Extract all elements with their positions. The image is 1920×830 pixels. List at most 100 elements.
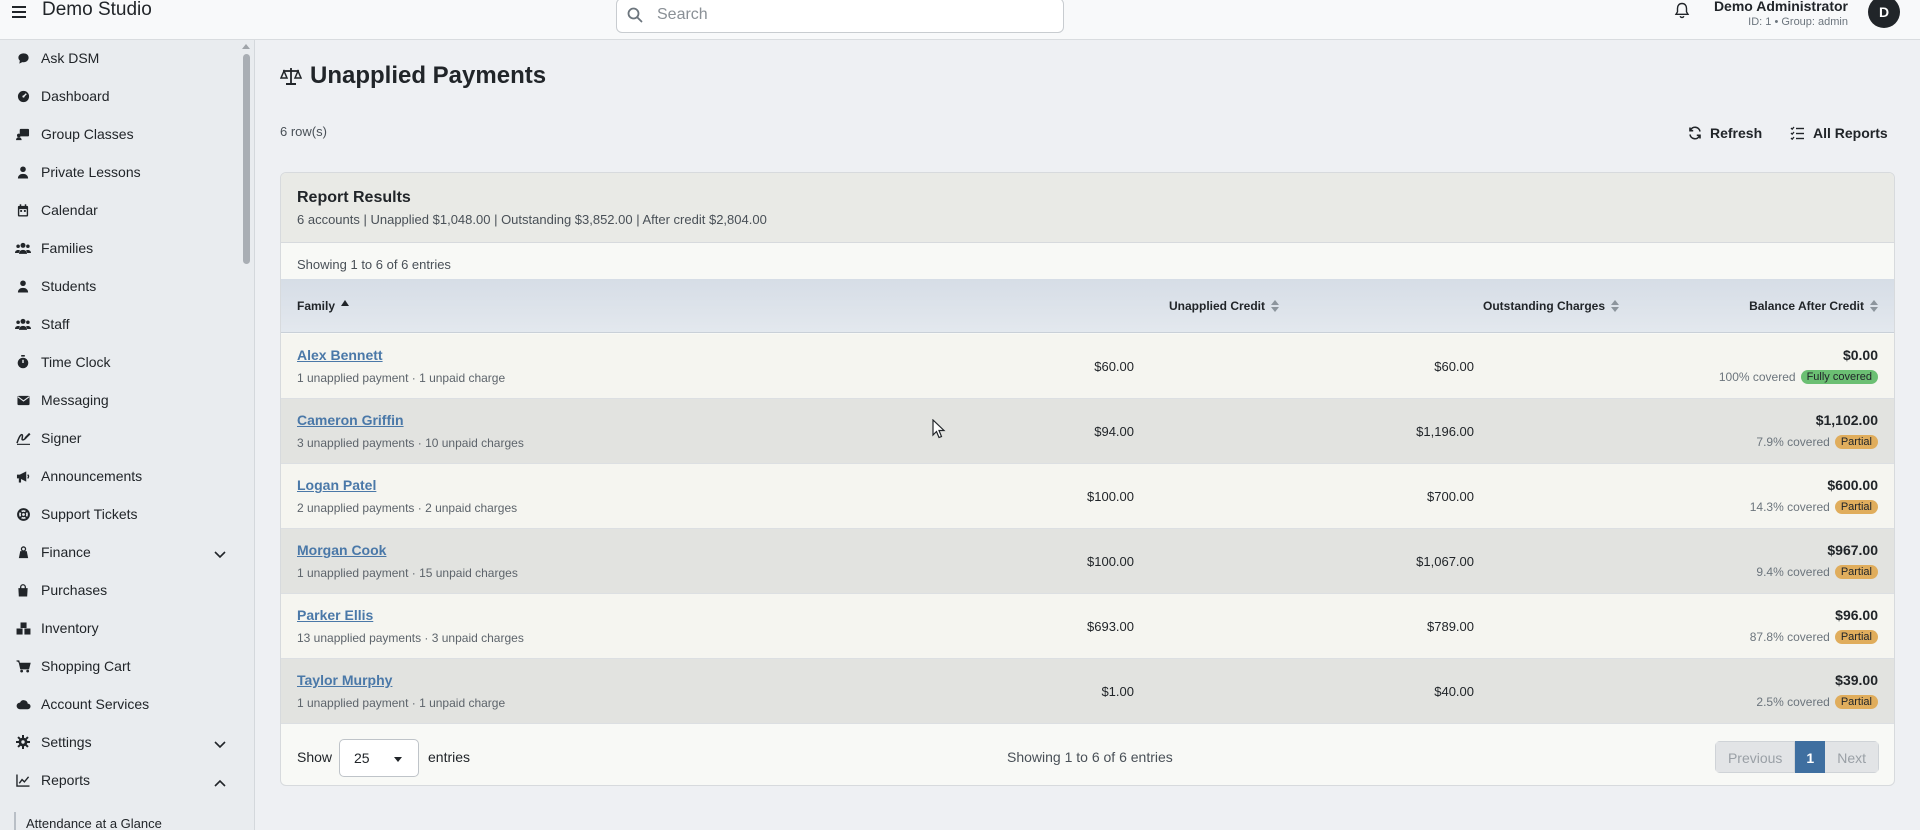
unapplied-credit-cell: $100.00 <box>1087 489 1134 504</box>
chevron-up-icon[interactable] <box>214 774 226 790</box>
sort-icon <box>1611 300 1619 312</box>
coverage-percent: 100% covered <box>1718 370 1796 384</box>
sidebar-scrollbar[interactable] <box>242 42 251 827</box>
column-header-outstanding-charges[interactable]: Outstanding Charges <box>1483 279 1619 333</box>
scrollbar-thumb[interactable] <box>243 54 250 264</box>
column-header-balance-after-credit[interactable]: Balance After Credit <box>1749 279 1878 333</box>
coverage-info: 7.9% covered Partial <box>1756 435 1878 449</box>
page-length-value: 25 <box>354 750 370 766</box>
family-link[interactable]: Taylor Murphy <box>297 672 392 688</box>
outstanding-charges-cell: $789.00 <box>1427 619 1474 634</box>
sidebar-item-support-tickets[interactable]: Support Tickets <box>0 498 240 530</box>
coverage-info: 87.8% covered Partial <box>1750 630 1878 644</box>
sidebar-item-private-lessons[interactable]: Private Lessons <box>0 156 240 188</box>
sidebar-item-label: Signer <box>41 430 82 446</box>
table-row: Morgan Cook 1 unapplied payment · 15 unpa… <box>281 529 1894 594</box>
user-name: Demo Administrator <box>1713 0 1848 14</box>
sidebar-item-finance[interactable]: Finance <box>0 536 240 568</box>
sidebar-item-messaging[interactable]: Messaging <box>0 384 240 416</box>
family-detail: 2 unapplied payments · 2 unpaid charges <box>297 501 518 515</box>
sort-ascending-icon <box>341 300 350 306</box>
app-title[interactable]: Demo Studio <box>42 0 152 21</box>
family-link[interactable]: Alex Bennett <box>297 347 383 363</box>
previous-page-button[interactable]: Previous <box>1714 741 1796 773</box>
sort-icon <box>1271 300 1279 312</box>
sidebar-item-staff[interactable]: Staff <box>0 308 240 340</box>
entries-label: entries <box>428 749 471 765</box>
showing-info-bottom: Showing 1 to 6 of 6 entries <box>1007 749 1173 765</box>
page-length-select[interactable]: 25 <box>339 739 419 777</box>
sidebar-item-label: Settings <box>41 734 92 750</box>
family-link[interactable]: Morgan Cook <box>297 542 386 558</box>
coverage-info: 100% covered Fully covered <box>1719 370 1878 384</box>
person-icon <box>15 164 31 180</box>
sidebar-item-calendar[interactable]: Calendar <box>0 194 240 226</box>
sidebar-item-announcements[interactable]: Announcements <box>0 460 240 492</box>
sidebar-item-time-clock[interactable]: Time Clock <box>0 346 240 378</box>
family-link[interactable]: Parker Ellis <box>297 607 373 623</box>
unapplied-credit-cell: $100.00 <box>1087 554 1134 569</box>
sidebar-item-purchases[interactable]: Purchases <box>0 574 240 606</box>
coverage-info: 2.5% covered Partial <box>1756 695 1878 709</box>
all-reports-button[interactable]: All Reports <box>1790 120 1888 146</box>
avatar[interactable]: D <box>1868 0 1900 28</box>
unapplied-credit-cell: $60.00 <box>1094 359 1134 374</box>
next-page-button[interactable]: Next <box>1825 741 1879 773</box>
status-badge: Partial <box>1834 500 1878 514</box>
column-header-family[interactable]: Family <box>297 279 350 333</box>
sidebar-item-students[interactable]: Students <box>0 270 240 302</box>
chevron-down-icon[interactable] <box>214 546 226 562</box>
bell-icon[interactable] <box>1674 2 1690 20</box>
sidebar-item-label: Private Lessons <box>41 164 141 180</box>
search-box[interactable] <box>616 0 1064 33</box>
sidebar-item-label: Time Clock <box>41 354 111 370</box>
table-header: Family Unapplied Credit Outstanding Char… <box>281 279 1894 333</box>
status-badge: Partial <box>1834 695 1878 709</box>
sidebar-item-families[interactable]: Families <box>0 232 240 264</box>
sidebar-item-group-classes[interactable]: Group Classes <box>0 118 240 150</box>
table-footer: Show 25 entries Showing 1 to 6 of 6 entr… <box>281 729 1894 785</box>
coverage-percent: 2.5% covered <box>1756 695 1830 709</box>
sidebar-item-label: Shopping Cart <box>41 658 131 674</box>
mouse-cursor-icon <box>932 419 946 439</box>
top-bar: Demo Studio Demo Administrator ID: 1 • G… <box>0 0 1920 40</box>
scroll-up-arrow-icon[interactable] <box>242 44 250 49</box>
page-1-button[interactable]: 1 <box>1795 741 1826 773</box>
coverage-percent: 14.3% covered <box>1749 500 1830 514</box>
sidebar: Ask DSM Dashboard Group Classes Private Les… <box>0 40 255 830</box>
menu-toggle-icon[interactable] <box>12 2 26 22</box>
status-badge: Partial <box>1834 630 1878 644</box>
balance-after-credit-cell: $39.00 <box>1835 672 1878 688</box>
sort-icon <box>1870 300 1878 312</box>
sidebar-item-ask-dsm[interactable]: Ask DSM <box>0 42 240 74</box>
sidebar-item-inventory[interactable]: Inventory <box>0 612 240 644</box>
row-count: 6 row(s) <box>280 124 327 139</box>
sidebar-item-signer[interactable]: Signer <box>0 422 240 454</box>
chart-icon <box>15 772 31 788</box>
list-icon <box>1790 126 1804 140</box>
sidebar-subitem-attendance[interactable]: Attendance at a Glance <box>14 812 234 830</box>
balance-after-credit-cell: $0.00 <box>1842 347 1878 363</box>
family-link[interactable]: Cameron Griffin <box>297 412 404 428</box>
signature-icon <box>15 430 31 446</box>
sidebar-item-label: Support Tickets <box>41 506 138 522</box>
sidebar-item-reports[interactable]: Reports <box>0 764 240 796</box>
search-input[interactable] <box>657 3 1047 27</box>
sidebar-item-label: Inventory <box>41 620 99 636</box>
sidebar-item-dashboard[interactable]: Dashboard <box>0 80 240 112</box>
outstanding-charges-cell: $700.00 <box>1427 489 1474 504</box>
envelope-icon <box>15 392 31 408</box>
sidebar-item-settings[interactable]: Settings <box>0 726 240 758</box>
pagination: Previous 1 Next <box>1714 741 1879 773</box>
refresh-button[interactable]: Refresh <box>1688 120 1762 146</box>
family-detail: 1 unapplied payment · 15 unpaid charges <box>297 566 518 580</box>
unapplied-credit-cell: $1.00 <box>1101 684 1134 699</box>
report-title: Report Results <box>297 189 411 206</box>
column-header-unapplied-credit[interactable]: Unapplied Credit <box>1169 279 1279 333</box>
person-icon <box>15 278 31 294</box>
sidebar-item-shopping-cart[interactable]: Shopping Cart <box>0 650 240 682</box>
balance-after-credit-cell: $1,102.00 <box>1815 412 1878 428</box>
sidebar-item-account-services[interactable]: Account Services <box>0 688 240 720</box>
chevron-down-icon[interactable] <box>214 736 226 752</box>
family-link[interactable]: Logan Patel <box>297 477 376 493</box>
